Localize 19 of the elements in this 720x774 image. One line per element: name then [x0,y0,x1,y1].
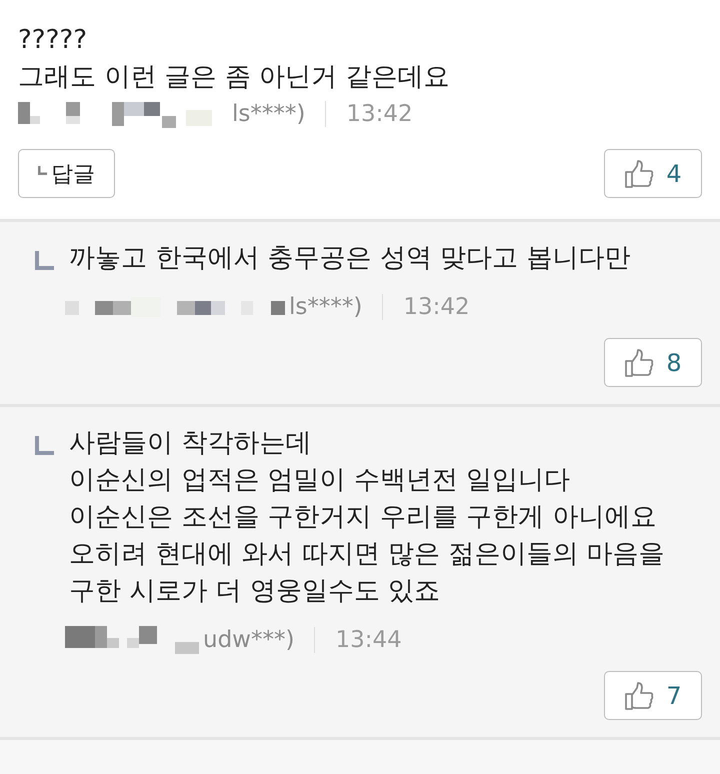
like-button[interactable]: 4 [604,149,702,198]
comment-text: 까놓고 한국에서 충무공은 성역 맞다고 봅니다만 [69,242,630,275]
author-id: ls****) [289,294,362,320]
like-button[interactable]: 8 [604,338,702,387]
timestamp: 13:44 [335,627,402,653]
reply-corner-icon [35,251,54,270]
reply-corner-icon [35,436,54,455]
timestamp: 13:42 [403,294,470,320]
reply-button[interactable]: 답글 [18,149,115,198]
timestamp: 13:42 [346,101,413,127]
reply-corner-icon [38,166,47,175]
comment-text: 사람들이 착각하는데 이순신의 업적은 엄밀이 수백년전 일입니다 이순신은 조선을 구한거지 우리를 구한게 아니에요 오히려 현대에 와서 따지면 많은 젊은이들의 마음을 구한 시로가 더 영웅일수도 있죠 [69,427,665,608]
author-id: udw***) [203,627,294,653]
author-id: ls****) [232,101,306,127]
thumbs-up-icon [624,348,654,378]
thumbs-up-icon [624,158,654,188]
thumbs-up-icon [624,680,654,710]
comment-text: ????? 그래도 이런 글은 좀 아닌거 같은데요 [18,24,450,94]
like-button[interactable]: 7 [604,671,702,720]
